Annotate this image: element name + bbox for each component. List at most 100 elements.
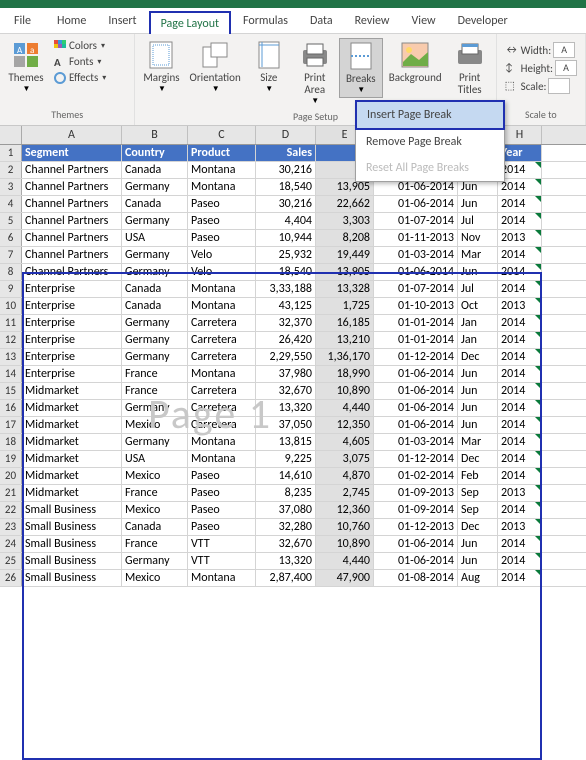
margins-button[interactable]: Margins▼ [139, 38, 183, 96]
cell[interactable]: 8,208 [316, 230, 374, 246]
orientation-button[interactable]: Orientation▼ [186, 38, 245, 96]
cell[interactable]: Mexico [122, 502, 188, 518]
cell[interactable]: 2014 [498, 536, 542, 552]
tab-formulas[interactable]: Formulas [233, 10, 298, 33]
cell[interactable]: 01-01-2014 [374, 315, 458, 331]
worksheet[interactable]: ABCDEFGH 1SegmentCountryProductSalesonth… [0, 126, 586, 587]
row-header[interactable]: 26 [0, 570, 22, 586]
scale-row[interactable]: ⬚Scale: [505, 78, 577, 94]
cell[interactable]: 30,216 [256, 162, 316, 178]
cell[interactable]: 22,662 [316, 196, 374, 212]
cell[interactable]: 2013 [498, 485, 542, 501]
cell[interactable]: Midmarket [22, 485, 122, 501]
cell[interactable]: 01-09-2013 [374, 485, 458, 501]
cell[interactable]: Canada [122, 519, 188, 535]
cell[interactable]: 01-06-2014 [374, 264, 458, 280]
cell[interactable]: Enterprise [22, 298, 122, 314]
cell[interactable]: USA [122, 230, 188, 246]
cell[interactable]: 2014 [498, 366, 542, 382]
cell[interactable]: Jun [458, 417, 498, 433]
cell[interactable]: France [122, 383, 188, 399]
cell[interactable]: Small Business [22, 519, 122, 535]
row-header[interactable]: 4 [0, 196, 22, 212]
size-button[interactable]: Size▼ [247, 38, 291, 96]
cell[interactable]: Midmarket [22, 417, 122, 433]
cell[interactable]: 2014 [498, 553, 542, 569]
reset-page-breaks-item[interactable]: Reset All Page Breaks [356, 155, 504, 181]
column-header-D[interactable]: D [256, 126, 316, 144]
cell[interactable]: Jun [458, 366, 498, 382]
width-row[interactable]: ↔Width:A [505, 42, 577, 58]
cell[interactable]: Mexico [122, 468, 188, 484]
row-header[interactable]: 22 [0, 502, 22, 518]
cell[interactable]: Channel Partners [22, 230, 122, 246]
cell[interactable]: 10,890 [316, 383, 374, 399]
cell[interactable]: 2,745 [316, 485, 374, 501]
cell[interactable]: Product [188, 145, 256, 161]
cell[interactable]: France [122, 485, 188, 501]
cell[interactable]: Jan [458, 315, 498, 331]
cell[interactable]: Jun [458, 383, 498, 399]
cell[interactable]: 01-07-2014 [374, 281, 458, 297]
cell[interactable]: Country [122, 145, 188, 161]
cell[interactable]: 47,900 [316, 570, 374, 586]
cell[interactable]: Enterprise [22, 349, 122, 365]
cell[interactable]: 32,280 [256, 519, 316, 535]
cell[interactable]: 2014 [498, 434, 542, 450]
cell[interactable]: Germany [122, 315, 188, 331]
cell[interactable]: Dec [458, 451, 498, 467]
row-header[interactable]: 7 [0, 247, 22, 263]
cell[interactable]: 01-06-2014 [374, 536, 458, 552]
cell[interactable]: 01-10-2013 [374, 298, 458, 314]
cell[interactable]: USA [122, 451, 188, 467]
row-header[interactable]: 14 [0, 366, 22, 382]
cell[interactable]: 01-03-2014 [374, 434, 458, 450]
cell[interactable]: 13,905 [316, 264, 374, 280]
tab-review[interactable]: Review [345, 10, 400, 33]
row-header[interactable]: 11 [0, 315, 22, 331]
cell[interactable]: 2014 [498, 264, 542, 280]
cell[interactable]: 18,990 [316, 366, 374, 382]
cell[interactable]: Germany [122, 179, 188, 195]
row-header[interactable]: 23 [0, 519, 22, 535]
cell[interactable]: Midmarket [22, 468, 122, 484]
cell[interactable]: Carretera [188, 400, 256, 416]
cell[interactable]: 01-11-2013 [374, 230, 458, 246]
cell[interactable]: Sep [458, 485, 498, 501]
cell[interactable]: 2014 [498, 468, 542, 484]
cell[interactable]: Montana [188, 281, 256, 297]
cell[interactable]: Paseo [188, 485, 256, 501]
cell[interactable]: Midmarket [22, 400, 122, 416]
cell[interactable]: 13,815 [256, 434, 316, 450]
row-header[interactable]: 9 [0, 281, 22, 297]
cell[interactable]: 18,540 [256, 179, 316, 195]
cell[interactable]: 16,185 [316, 315, 374, 331]
cell[interactable]: 4,605 [316, 434, 374, 450]
row-header[interactable]: 25 [0, 553, 22, 569]
cell[interactable]: 01-12-2013 [374, 519, 458, 535]
row-header[interactable]: 16 [0, 400, 22, 416]
cell[interactable]: 1,36,170 [316, 349, 374, 365]
cell[interactable]: 13,320 [256, 553, 316, 569]
row-header[interactable]: 17 [0, 417, 22, 433]
cell[interactable]: Small Business [22, 553, 122, 569]
cell[interactable]: Dec [458, 349, 498, 365]
cell[interactable]: 10,944 [256, 230, 316, 246]
scale-value[interactable] [548, 78, 570, 94]
cell[interactable]: 32,670 [256, 536, 316, 552]
effects-button[interactable]: Effects ▾ [52, 70, 108, 85]
cell[interactable]: 2014 [498, 196, 542, 212]
cell[interactable]: Aug [458, 570, 498, 586]
cell[interactable]: Midmarket [22, 383, 122, 399]
cell[interactable]: 32,370 [256, 315, 316, 331]
row-header[interactable]: 13 [0, 349, 22, 365]
cell[interactable]: 10,890 [316, 536, 374, 552]
cell[interactable]: Carretera [188, 332, 256, 348]
cell[interactable]: Germany [122, 264, 188, 280]
cell[interactable]: 2,29,550 [256, 349, 316, 365]
row-header[interactable]: 24 [0, 536, 22, 552]
fonts-button[interactable]: AFonts ▾ [52, 54, 108, 69]
row-header[interactable]: 15 [0, 383, 22, 399]
select-all-triangle[interactable] [0, 126, 22, 144]
cell[interactable]: Paseo [188, 213, 256, 229]
